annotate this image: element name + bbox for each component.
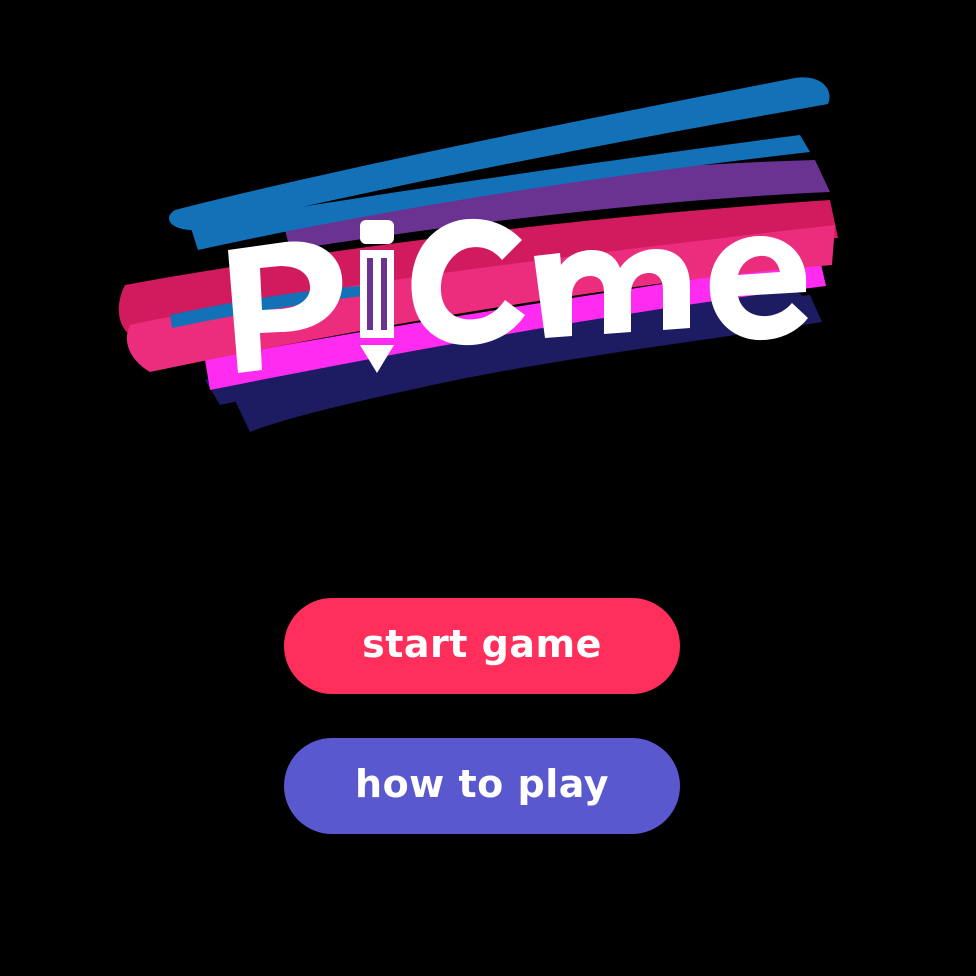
letter-e bbox=[709, 236, 808, 341]
letter-m bbox=[534, 249, 690, 338]
picme-logo bbox=[110, 60, 850, 450]
pencil-icon bbox=[360, 220, 394, 373]
how-to-play-button[interactable]: how to play bbox=[284, 738, 680, 834]
logo-artwork bbox=[118, 77, 839, 432]
start-game-button[interactable]: start game bbox=[284, 598, 680, 694]
title-screen: start game how to play bbox=[0, 0, 976, 976]
